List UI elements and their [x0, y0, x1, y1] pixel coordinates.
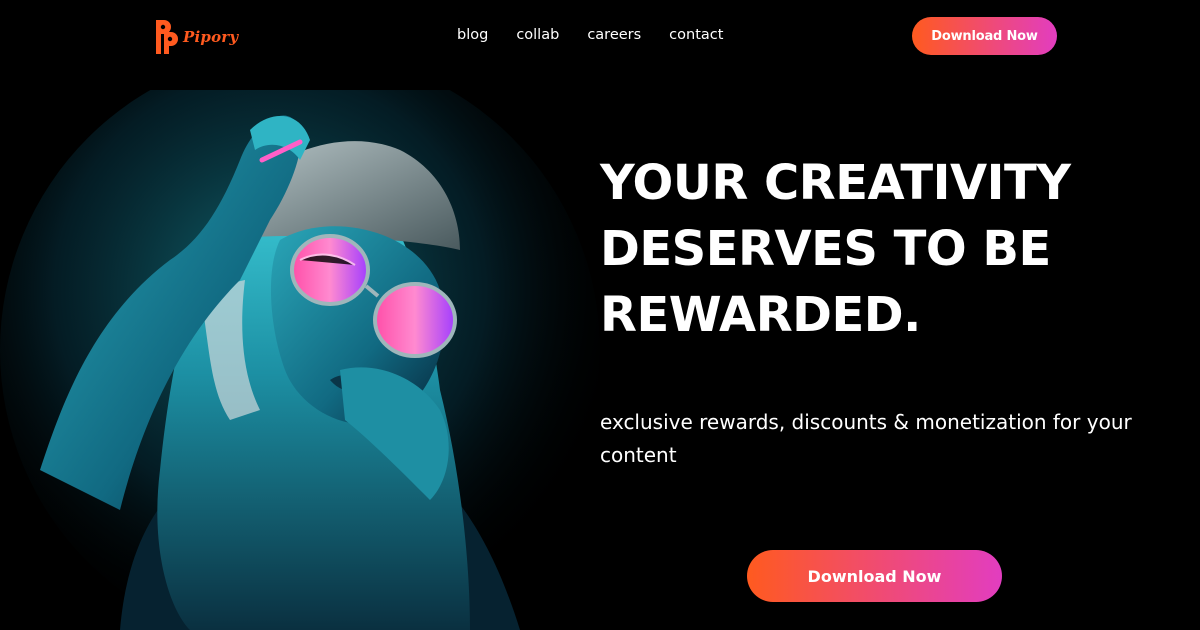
- nav-link-careers[interactable]: careers: [587, 27, 641, 43]
- nav-item: collab: [516, 27, 559, 43]
- hero-download-button[interactable]: Download Now: [747, 550, 1002, 602]
- main-nav: blog collab careers contact: [457, 27, 723, 43]
- hero-headline: YOUR CREATIVITY DESERVES TO BE REWARDED.: [600, 150, 1180, 348]
- nav-link-collab[interactable]: collab: [516, 27, 559, 43]
- brand-logo[interactable]: Pipory: [154, 16, 238, 56]
- hero-headline-line-3: REWARDED.: [600, 287, 921, 343]
- nav-link-contact[interactable]: contact: [669, 27, 723, 43]
- hero-headline-line-1: YOUR CREATIVITY: [600, 155, 1071, 211]
- woman-neon-glasses-portrait-icon: [0, 90, 600, 630]
- nav-link-blog[interactable]: blog: [457, 27, 488, 43]
- hero-headline-line-2: DESERVES TO BE: [600, 221, 1051, 277]
- header-download-button[interactable]: Download Now: [912, 17, 1057, 55]
- nav-item: contact: [669, 27, 723, 43]
- landing-page: Pipory blog collab careers contact Downl…: [0, 0, 1200, 630]
- nav-item: blog: [457, 27, 488, 43]
- hero-portrait-image: [0, 90, 600, 630]
- brand-name: Pipory: [183, 28, 239, 46]
- pipory-logo-icon: [156, 20, 178, 54]
- hero-subtext: exclusive rewards, discounts & monetizat…: [600, 410, 1132, 467]
- nav-item: careers: [587, 27, 641, 43]
